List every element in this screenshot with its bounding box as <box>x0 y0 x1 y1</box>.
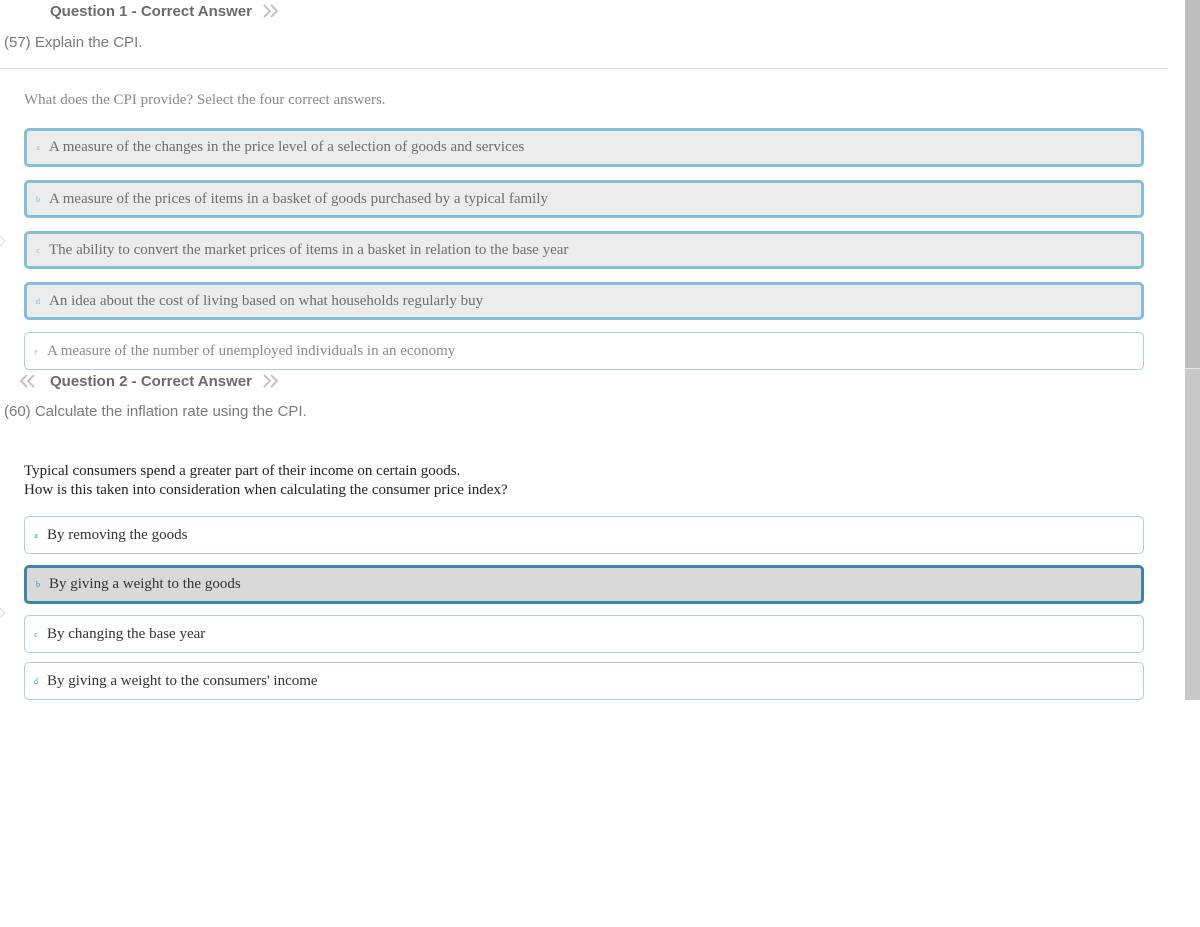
chevron-right-icon <box>0 608 6 618</box>
question-2-subtitle: (60) Calculate the inflation rate using … <box>4 403 307 420</box>
question-2-prompt-line-1: Typical consumers spend a greater part o… <box>24 463 461 479</box>
option-text: By giving a weight to the goods <box>49 576 241 592</box>
option-text: By changing the base year <box>47 625 206 642</box>
option-letter: c <box>34 629 38 639</box>
question-2-title: Question 2 - Correct Answer <box>50 372 252 390</box>
divider <box>0 68 1168 69</box>
question-2-option-b[interactable]: b By giving a weight to the goods <box>24 565 1144 604</box>
question-2-option-c[interactable]: c By changing the base year <box>24 615 1144 653</box>
option-text: A measure of the number of unemployed in… <box>47 342 456 359</box>
option-letter: a <box>34 530 38 540</box>
scrollbar-thumb[interactable] <box>1185 0 1200 369</box>
option-letter: d <box>36 296 40 306</box>
chevron-right-icon <box>0 236 6 246</box>
question-1-option-c[interactable]: c The ability to convert the market pric… <box>24 231 1144 269</box>
option-text: The ability to convert the market prices… <box>49 241 569 258</box>
double-chevron-right-icon[interactable] <box>262 3 280 19</box>
double-chevron-right-icon[interactable] <box>262 373 280 389</box>
question-1-prompt: What does the CPI provide? Select the fo… <box>24 92 386 108</box>
question-1-header: Question 1 - Correct Answer <box>50 0 280 22</box>
option-text: A measure of the changes in the price le… <box>49 139 525 155</box>
question-1-option-e[interactable]: e A measure of the number of unemployed … <box>24 332 1144 370</box>
option-letter: d <box>34 676 38 686</box>
question-1-option-d[interactable]: d An idea about the cost of living based… <box>24 282 1144 320</box>
option-letter: a <box>36 143 40 152</box>
question-2-header: Question 2 - Correct Answer <box>18 370 280 392</box>
question-2-prompt-line-2: How is this taken into consideration whe… <box>24 482 508 498</box>
option-text: By giving a weight to the consumers' inc… <box>47 672 318 689</box>
option-letter: b <box>36 580 40 589</box>
option-letter: c <box>36 245 40 255</box>
question-2-option-a[interactable]: a By removing the goods <box>24 516 1144 554</box>
question-1-subtitle: (57) Explain the CPI. <box>4 34 143 51</box>
question-2-option-d[interactable]: d By giving a weight to the consumers' i… <box>24 662 1144 700</box>
option-text: A measure of the prices of items in a ba… <box>49 190 549 207</box>
question-1-option-a[interactable]: a A measure of the changes in the price … <box>24 128 1144 167</box>
option-letter: b <box>36 194 40 204</box>
option-letter: e <box>34 346 38 356</box>
question-2-prompt: Typical consumers spend a greater part o… <box>24 462 508 500</box>
question-1-title: Question 1 - Correct Answer <box>50 2 252 20</box>
question-1-option-b[interactable]: b A measure of the prices of items in a … <box>24 180 1144 218</box>
option-text: By removing the goods <box>47 526 188 543</box>
double-chevron-left-icon[interactable] <box>18 373 36 389</box>
option-text: An idea about the cost of living based o… <box>49 292 484 309</box>
